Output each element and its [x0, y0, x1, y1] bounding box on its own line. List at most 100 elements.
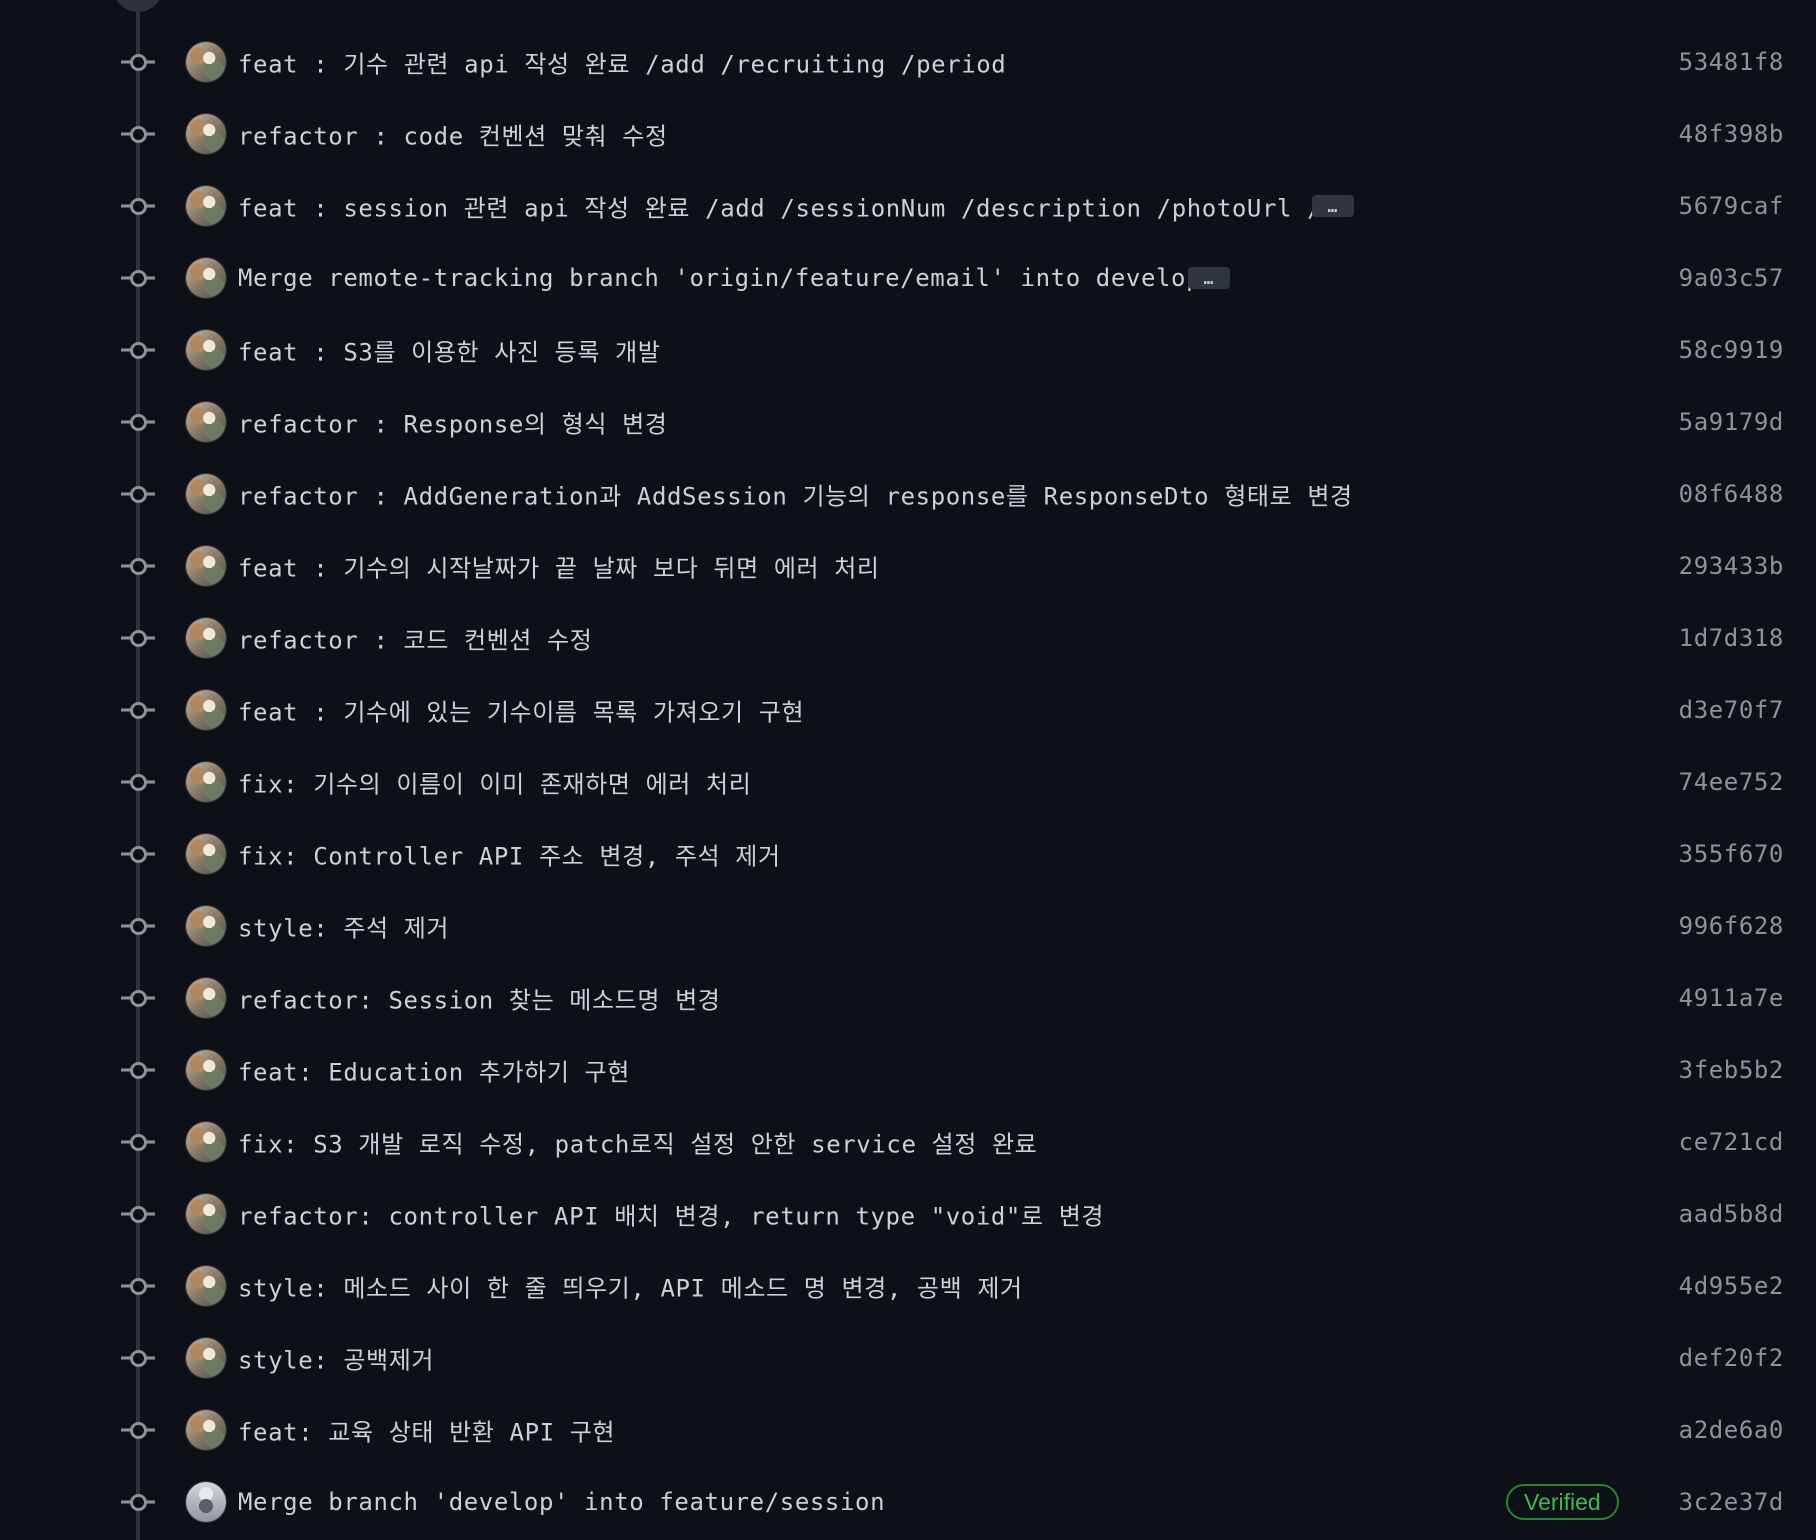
- commit-message-link[interactable]: refactor : 코드 컨벤션 수정: [238, 621, 592, 656]
- commit-icon: [121, 1204, 155, 1224]
- commit-message-link[interactable]: fix: Controller API 주소 변경, 주석 제거: [238, 837, 781, 872]
- commit-sha-link[interactable]: 74ee752: [1679, 768, 1784, 796]
- commit-message-link[interactable]: refactor: controller API 배치 변경, return t…: [238, 1197, 1104, 1232]
- timeline-top-dot: [113, 0, 163, 12]
- commit-message-link[interactable]: style: 주석 제거: [238, 909, 449, 944]
- commit-icon: [121, 1492, 155, 1512]
- commit-message-link[interactable]: feat : session 관련 api 작성 완료 /add /sessio…: [238, 189, 1337, 224]
- avatar[interactable]: [186, 1194, 226, 1234]
- commit-message-link[interactable]: feat : 기수 관련 api 작성 완료 /add /recruiting …: [238, 45, 1006, 80]
- avatar[interactable]: [186, 1266, 226, 1306]
- commit-sha-link[interactable]: 4d955e2: [1679, 1272, 1784, 1300]
- commit-message-link[interactable]: feat: Education 추가하기 구현: [238, 1053, 630, 1088]
- commit-icon: [121, 700, 155, 720]
- commit-message-link[interactable]: fix: 기수의 이름이 이미 존재하면 에러 처리: [238, 765, 751, 800]
- commit-sha-link[interactable]: 1d7d318: [1679, 624, 1784, 652]
- commit-sha-link[interactable]: 3feb5b2: [1679, 1056, 1784, 1084]
- expand-message-button[interactable]: …: [1188, 267, 1230, 289]
- commit-icon: [121, 1276, 155, 1296]
- commit-list: feat : 기수 관련 api 작성 완료 /add /recruiting …: [0, 26, 1816, 1538]
- commit-row: feat : S3를 이용한 사진 등록 개발 58c9919: [0, 314, 1816, 386]
- commit-sha-link[interactable]: 58c9919: [1679, 336, 1784, 364]
- commit-row: feat: Education 추가하기 구현 3feb5b2: [0, 1034, 1816, 1106]
- avatar[interactable]: [186, 690, 226, 730]
- avatar[interactable]: [186, 618, 226, 658]
- commit-sha-link[interactable]: 355f670: [1679, 840, 1784, 868]
- commit-sha-link[interactable]: d3e70f7: [1679, 696, 1784, 724]
- commit-icon: [121, 1060, 155, 1080]
- commit-message-link[interactable]: refactor: Session 찾는 메소드명 변경: [238, 981, 720, 1016]
- avatar[interactable]: [186, 186, 226, 226]
- commit-row: style: 주석 제거 996f628: [0, 890, 1816, 962]
- commit-icon: [121, 412, 155, 432]
- commit-sha-link[interactable]: 3c2e37d: [1679, 1488, 1784, 1516]
- avatar[interactable]: [186, 42, 226, 82]
- commit-icon: [121, 196, 155, 216]
- commit-message-link[interactable]: Merge remote-tracking branch 'origin/fea…: [238, 264, 1201, 292]
- avatar[interactable]: [186, 906, 226, 946]
- commit-icon: [121, 52, 155, 72]
- avatar[interactable]: [186, 1410, 226, 1450]
- commit-row: fix: Controller API 주소 변경, 주석 제거 355f670: [0, 818, 1816, 890]
- avatar[interactable]: [186, 1482, 226, 1522]
- commit-row: feat : session 관련 api 작성 완료 /add /sessio…: [0, 170, 1816, 242]
- commit-message-link[interactable]: feat : 기수의 시작날짜가 끝 날짜 보다 뒤면 에러 처리: [238, 549, 880, 584]
- commit-row: refactor : 코드 컨벤션 수정 1d7d318: [0, 602, 1816, 674]
- commit-message-link[interactable]: refactor : code 컨벤션 맞춰 수정: [238, 117, 668, 152]
- commit-icon: [121, 484, 155, 504]
- avatar[interactable]: [186, 114, 226, 154]
- commit-message-link[interactable]: style: 공백제거: [238, 1341, 434, 1376]
- commit-sha-link[interactable]: aad5b8d: [1679, 1200, 1784, 1228]
- commit-icon: [121, 1348, 155, 1368]
- avatar[interactable]: [186, 402, 226, 442]
- commit-icon: [121, 916, 155, 936]
- commit-message-link[interactable]: style: 메소드 사이 한 줄 띄우기, API 메소드 명 변경, 공백 …: [238, 1269, 1023, 1304]
- commit-icon: [121, 628, 155, 648]
- commit-message-link[interactable]: Merge branch 'develop' into feature/sess…: [238, 1488, 885, 1516]
- commit-sha-link[interactable]: ce721cd: [1679, 1128, 1784, 1156]
- avatar[interactable]: [186, 1338, 226, 1378]
- commit-row: feat : 기수의 시작날짜가 끝 날짜 보다 뒤면 에러 처리 293433…: [0, 530, 1816, 602]
- commit-icon: [121, 772, 155, 792]
- commit-sha-link[interactable]: a2de6a0: [1679, 1416, 1784, 1444]
- commit-sha-link[interactable]: 5679caf: [1679, 192, 1784, 220]
- verified-badge[interactable]: Verified: [1506, 1484, 1619, 1520]
- commit-sha-link[interactable]: 996f628: [1679, 912, 1784, 940]
- commit-sha-link[interactable]: 4911a7e: [1679, 984, 1784, 1012]
- commit-sha-link[interactable]: def20f2: [1679, 1344, 1784, 1372]
- avatar[interactable]: [186, 258, 226, 298]
- commit-row: style: 메소드 사이 한 줄 띄우기, API 메소드 명 변경, 공백 …: [0, 1250, 1816, 1322]
- commit-row: refactor : code 컨벤션 맞춰 수정 48f398b: [0, 98, 1816, 170]
- commit-row: refactor: Session 찾는 메소드명 변경 4911a7e: [0, 962, 1816, 1034]
- commit-row: refactor : Response의 형식 변경 5a9179d: [0, 386, 1816, 458]
- commit-icon: [121, 124, 155, 144]
- avatar[interactable]: [186, 978, 226, 1018]
- commit-sha-link[interactable]: 293433b: [1679, 552, 1784, 580]
- avatar[interactable]: [186, 330, 226, 370]
- avatar[interactable]: [186, 762, 226, 802]
- avatar[interactable]: [186, 546, 226, 586]
- avatar[interactable]: [186, 1050, 226, 1090]
- commit-row: Merge branch 'develop' into feature/sess…: [0, 1466, 1816, 1538]
- commit-sha-link[interactable]: 08f6488: [1679, 480, 1784, 508]
- commit-row: refactor: controller API 배치 변경, return t…: [0, 1178, 1816, 1250]
- commit-icon: [121, 556, 155, 576]
- commit-sha-link[interactable]: 5a9179d: [1679, 408, 1784, 436]
- commit-message-link[interactable]: feat : S3를 이용한 사진 등록 개발: [238, 333, 660, 368]
- commit-message-link[interactable]: feat : 기수에 있는 기수이름 목록 가져오기 구현: [238, 693, 804, 728]
- commit-sha-link[interactable]: 48f398b: [1679, 120, 1784, 148]
- expand-message-button[interactable]: …: [1312, 195, 1354, 217]
- commit-row: style: 공백제거 def20f2: [0, 1322, 1816, 1394]
- commit-sha-link[interactable]: 53481f8: [1679, 48, 1784, 76]
- avatar[interactable]: [186, 474, 226, 514]
- commit-row: feat : 기수 관련 api 작성 완료 /add /recruiting …: [0, 26, 1816, 98]
- avatar[interactable]: [186, 834, 226, 874]
- commit-row: feat: 교육 상태 반환 API 구현 a2de6a0: [0, 1394, 1816, 1466]
- commit-row: fix: S3 개발 로직 수정, patch로직 설정 안한 service …: [0, 1106, 1816, 1178]
- commit-sha-link[interactable]: 9a03c57: [1679, 264, 1784, 292]
- avatar[interactable]: [186, 1122, 226, 1162]
- commit-message-link[interactable]: fix: S3 개발 로직 수정, patch로직 설정 안한 service …: [238, 1125, 1037, 1160]
- commit-message-link[interactable]: refactor : Response의 형식 변경: [238, 405, 667, 440]
- commit-message-link[interactable]: feat: 교육 상태 반환 API 구현: [238, 1413, 615, 1448]
- commit-message-link[interactable]: refactor : AddGeneration과 AddSession 기능의…: [238, 477, 1353, 512]
